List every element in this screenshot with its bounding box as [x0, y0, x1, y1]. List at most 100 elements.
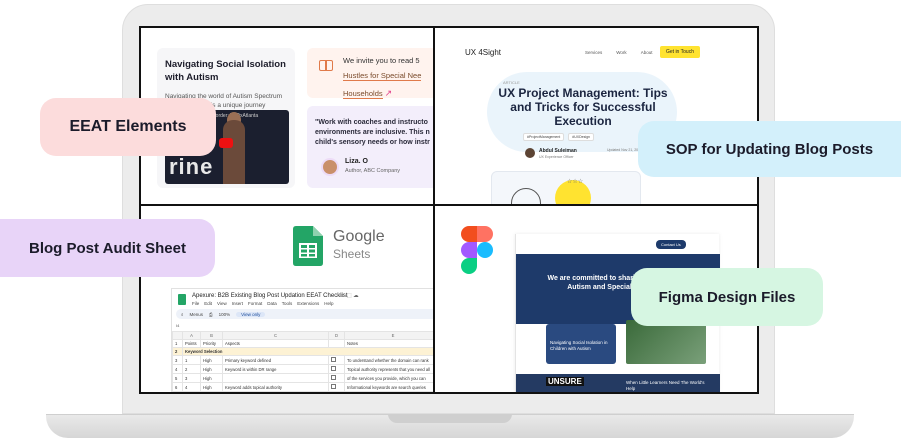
design-card-title: Navigating Social Isolation in Children …: [550, 340, 608, 351]
table-cell[interactable]: Primary keyword defined: [222, 355, 329, 365]
menu-item[interactable]: Format: [248, 301, 262, 306]
testimonial-author: Liza. O: [345, 158, 368, 165]
arrow-up-right-icon: ↗: [384, 88, 393, 98]
table-cell[interactable]: 4: [182, 382, 201, 392]
testimonial-box: "Work with coaches and instructo environ…: [307, 106, 433, 188]
checkbox[interactable]: [331, 375, 336, 380]
play-icon[interactable]: [219, 138, 233, 148]
column-letter[interactable]: A: [182, 331, 201, 340]
hashtag-chip[interactable]: #UXDesign: [568, 133, 594, 141]
menu-item[interactable]: File: [192, 301, 199, 306]
menu-item[interactable]: Help: [324, 301, 333, 306]
table-cell[interactable]: Keyword adds topical authority: [222, 382, 329, 392]
related-read-link-2[interactable]: Households: [343, 89, 383, 99]
table-row: 3 1 High Primary keyword defined To unde…: [172, 355, 433, 365]
figma-icon: [461, 226, 493, 274]
table-row: 5 3 High of the services you provide, wh…: [172, 373, 433, 383]
menu-item[interactable]: Edit: [204, 301, 212, 306]
sheets-file-icon: [178, 294, 186, 305]
table-cell[interactable]: To understand whether the domain can ran…: [344, 355, 433, 365]
column-letter[interactable]: C: [222, 331, 329, 340]
checkbox-cell[interactable]: [328, 373, 345, 383]
menu-item[interactable]: Data: [267, 301, 277, 306]
contact-us-button[interactable]: Contact Us: [656, 240, 686, 249]
table-cell[interactable]: High: [200, 364, 223, 374]
row-number: 1: [172, 339, 183, 348]
table-row: 4 2 High Keyword is within DR range Topi…: [172, 364, 433, 374]
column-letter[interactable]: D: [328, 331, 345, 340]
rating-stars-icon: ☆☆☆: [567, 179, 584, 185]
checkbox-cell[interactable]: [328, 364, 345, 374]
header-cell[interactable]: Notes: [344, 339, 433, 348]
table-cell[interactable]: Keyword is within DR range: [222, 364, 329, 374]
nav-item[interactable]: Services: [585, 50, 602, 55]
table-cell[interactable]: 1: [182, 355, 201, 365]
eeat-elements-pill[interactable]: EEAT Elements: [40, 98, 216, 156]
table-cell[interactable]: [222, 373, 329, 383]
header-cell[interactable]: Aspects: [222, 339, 329, 348]
table-cell[interactable]: High: [200, 373, 223, 383]
spreadsheet-window: Apexure: B2B Existing Blog Post Updation…: [171, 288, 433, 392]
menus-search[interactable]: Menus: [190, 312, 204, 317]
video-overlay-text: rine: [169, 154, 214, 179]
laptop-screen: Navigating Social Isolation with Autism …: [139, 26, 759, 394]
book-icon: [319, 60, 333, 71]
table-cell[interactable]: Informational keywords are search querie…: [344, 382, 433, 392]
audit-sheet-pill[interactable]: Blog Post Audit Sheet: [0, 219, 215, 277]
column-letter: [172, 331, 183, 340]
hashtag-chip[interactable]: #ProjectManagement: [523, 133, 565, 141]
checkbox[interactable]: [331, 366, 336, 371]
zoom-select[interactable]: 100%: [219, 312, 231, 317]
search-icon[interactable]: ⌕: [181, 312, 184, 317]
checkbox[interactable]: [331, 384, 336, 389]
header-cell[interactable]: [328, 339, 345, 348]
hashtag-list: #ProjectManagement #UXDesign: [523, 133, 594, 141]
testimonial-line: environments are inclusive. This n: [315, 129, 430, 136]
column-header-row: A B C D E: [172, 331, 433, 340]
testimonial-line: child's sensory needs or how instr: [315, 139, 430, 146]
table-cell[interactable]: 3: [182, 373, 201, 383]
table-cell[interactable]: Topical authority represents that you ne…: [344, 364, 433, 374]
spreadsheet-grid: A B C D E 1 Points Priority Aspects Note…: [172, 331, 433, 392]
nav-item[interactable]: Work: [616, 50, 626, 55]
header-cell[interactable]: Priority: [200, 339, 223, 348]
get-in-touch-button[interactable]: Get in Touch: [660, 46, 700, 58]
star-icon[interactable]: ☆ ⬚ ☁: [340, 293, 359, 299]
updated-date: Updated Nov 21, 2023: [607, 148, 643, 152]
checkbox[interactable]: [331, 357, 336, 362]
table-cell[interactable]: High: [200, 355, 223, 365]
menu-item[interactable]: Insert: [232, 301, 243, 306]
sop-pill[interactable]: SOP for Updating Blog Posts: [638, 121, 901, 177]
view-only-badge[interactable]: View only: [236, 311, 266, 317]
related-read-link[interactable]: Hustles for Special Nee: [343, 71, 422, 81]
row-number: 5: [172, 373, 183, 383]
menu-item[interactable]: Extensions: [297, 301, 319, 306]
table-cell[interactable]: 2: [182, 364, 201, 374]
menu-item[interactable]: Tools: [282, 301, 293, 306]
table-cell[interactable]: High: [200, 382, 223, 392]
nav-item[interactable]: About: [641, 50, 653, 55]
section-cell[interactable]: Keyword Selection: [182, 347, 433, 356]
print-icon[interactable]: ⎙: [209, 312, 213, 317]
column-letter[interactable]: B: [200, 331, 223, 340]
testimonial-line: "Work with coaches and instructo: [315, 119, 428, 126]
showcase-stage: Navigating Social Isolation with Autism …: [0, 0, 901, 442]
author-name: Abdul Suleiman: [539, 148, 577, 154]
sheets-wordmark: Sheets: [333, 247, 371, 261]
menu-item[interactable]: View: [217, 301, 227, 306]
site-logo[interactable]: UX 4Sight: [465, 48, 501, 57]
checkbox-cell[interactable]: [328, 355, 345, 365]
article-title: Navigating Social Isolation with Autism: [165, 59, 286, 83]
laptop-notch: [388, 414, 512, 423]
cell-reference[interactable]: I4: [176, 323, 179, 328]
header-cell[interactable]: Points: [182, 339, 201, 348]
row-number: 4: [172, 364, 183, 374]
spreadsheet-title[interactable]: Apexure: B2B Existing Blog Post Updation…: [192, 293, 348, 299]
article-tag: ARTICLE: [503, 80, 520, 85]
section-row: 2 Keyword Selection: [172, 347, 433, 356]
table-cell[interactable]: of the services you provide, which you c…: [344, 373, 433, 383]
column-letter[interactable]: E: [344, 331, 433, 340]
figma-files-pill[interactable]: Figma Design Files: [631, 268, 823, 326]
design-card-image: [626, 320, 706, 364]
checkbox-cell[interactable]: [328, 382, 345, 392]
